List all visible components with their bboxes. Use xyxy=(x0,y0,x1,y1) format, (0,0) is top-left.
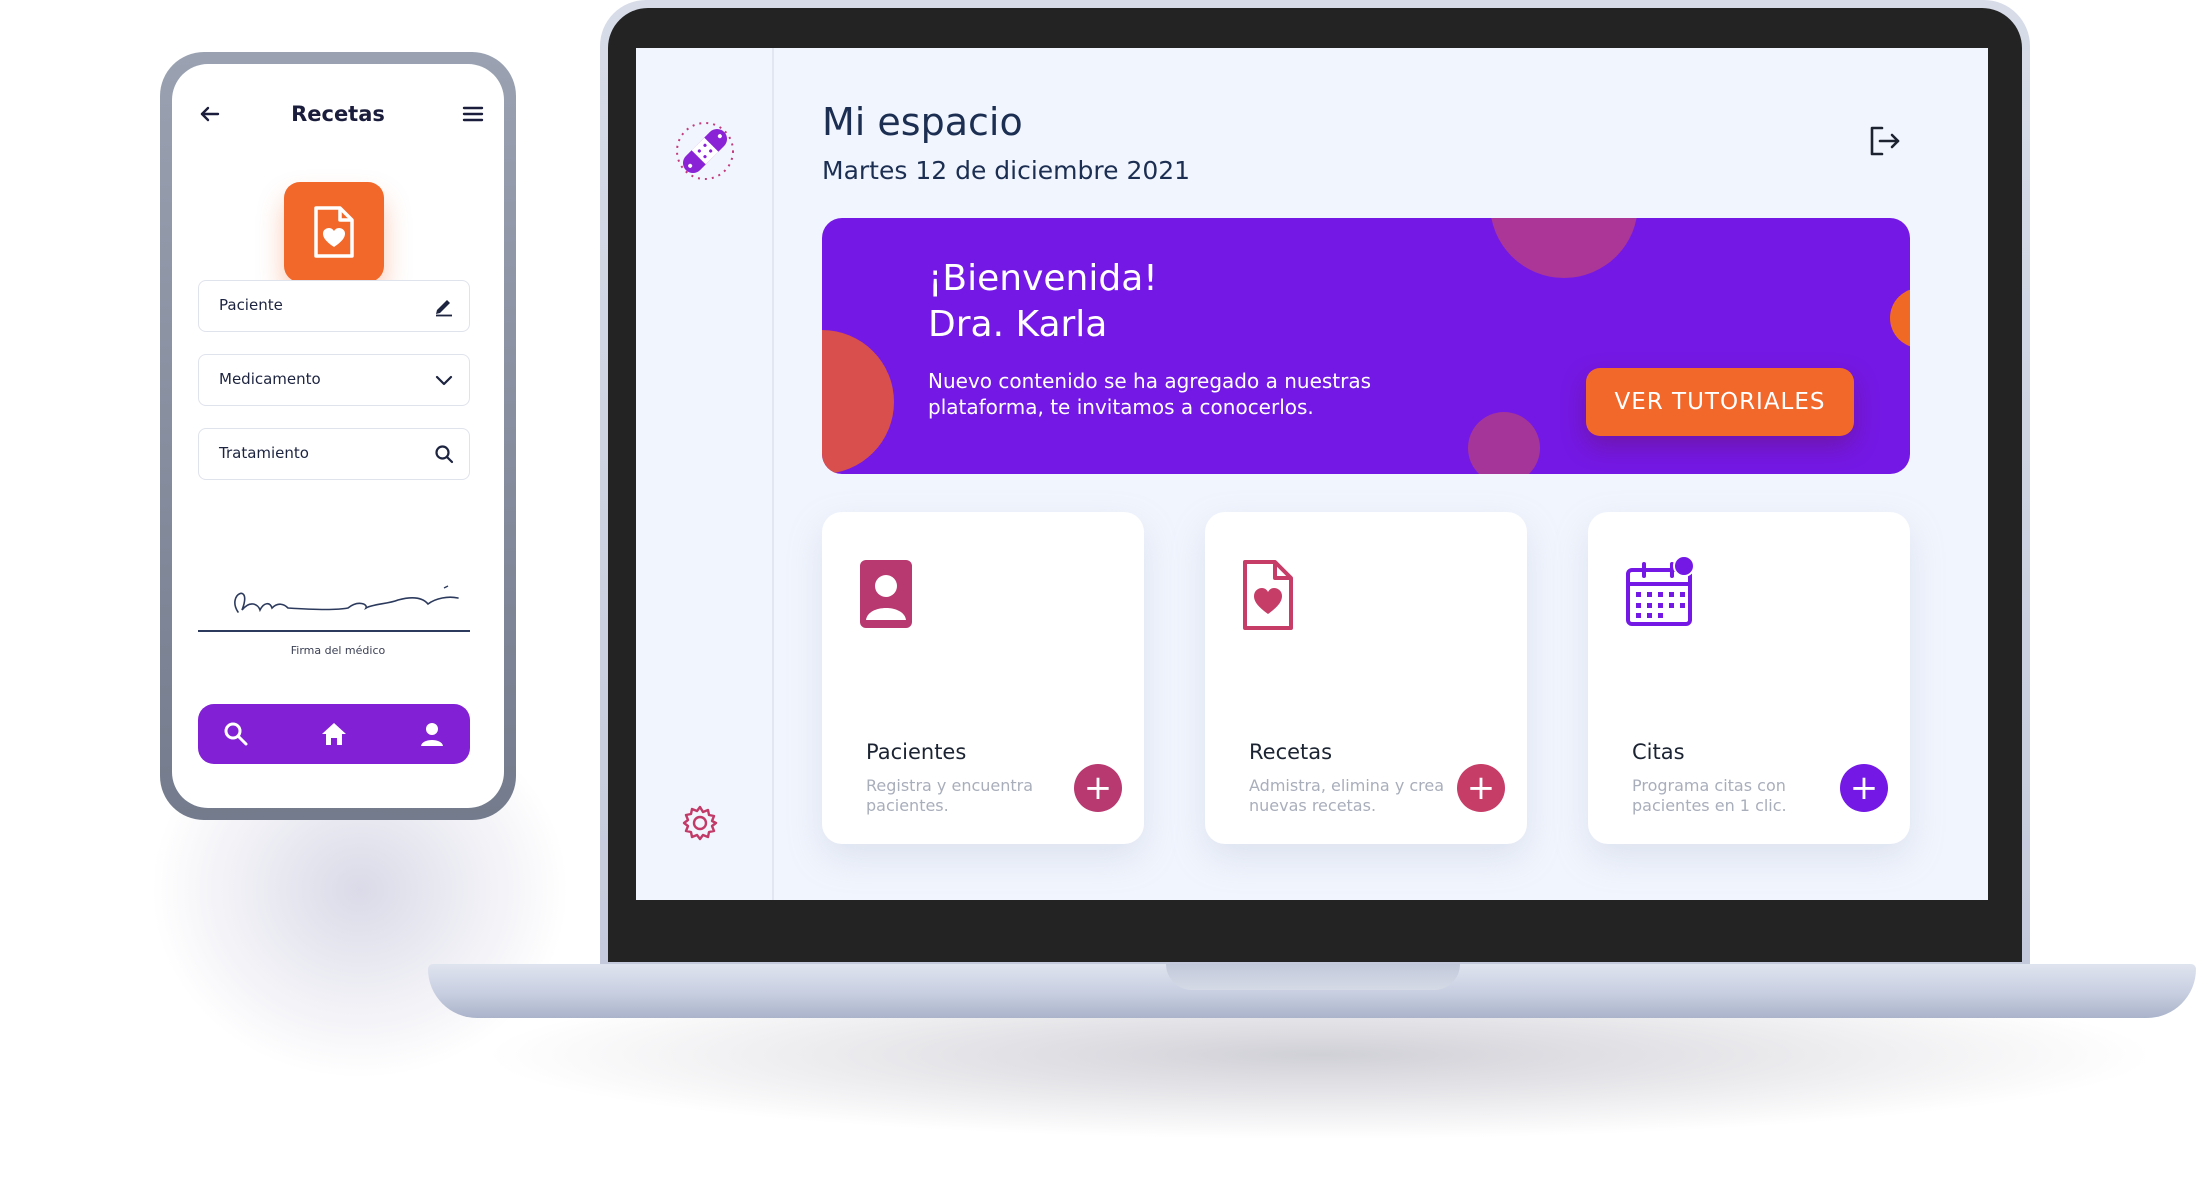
decorative-circle xyxy=(822,330,894,474)
card-appointments[interactable]: Citas Programa citas con pacientes en 1 … xyxy=(1588,512,1910,844)
view-tutorials-button[interactable]: VER TUTORIALES xyxy=(1586,368,1854,436)
calendar-icon xyxy=(1626,556,1694,626)
signature-label: Firma del médico xyxy=(290,644,386,657)
banner-greeting: ¡Bienvenida! xyxy=(928,258,1158,299)
card-title: Recetas xyxy=(1249,740,1333,764)
decorative-circle xyxy=(1490,218,1638,278)
add-prescription-button[interactable]: + xyxy=(1457,764,1505,812)
card-description: Registra y encuentra pacientes. xyxy=(866,776,1034,815)
search-icon[interactable] xyxy=(222,720,250,748)
treatment-search[interactable]: Tratamiento xyxy=(198,428,470,480)
patient-field[interactable]: Paciente xyxy=(198,280,470,332)
field-label: Medicamento xyxy=(219,370,321,388)
menu-icon[interactable] xyxy=(462,104,484,124)
prescription-doc-icon xyxy=(314,206,354,258)
settings-gear-icon[interactable] xyxy=(681,804,719,842)
bandage-logo-icon[interactable] xyxy=(674,120,736,182)
user-icon[interactable] xyxy=(418,720,446,748)
card-patients[interactable]: Pacientes Registra y encuentra pacientes… xyxy=(822,512,1144,844)
card-title: Citas xyxy=(1632,740,1685,764)
prescription-icon xyxy=(1243,560,1293,630)
patient-icon xyxy=(860,560,912,628)
banner-doctor-name: Dra. Karla xyxy=(928,304,1108,345)
decorative-circle xyxy=(1890,288,1910,348)
phone-title: Recetas xyxy=(291,102,385,126)
card-description: Admistra, elimina y crea nuevas recetas. xyxy=(1249,776,1445,815)
card-description: Programa citas con pacientes en 1 clic. xyxy=(1632,776,1787,815)
card-prescriptions[interactable]: Recetas Admistra, elimina y crea nuevas … xyxy=(1205,512,1527,844)
phone-screen: Recetas Paciente Medicamento Tratamiento… xyxy=(172,64,504,808)
signature-line xyxy=(198,630,470,632)
desktop-screen: Mi espacio Martes 12 de diciembre 2021 ¡… xyxy=(636,48,1988,900)
logout-icon[interactable] xyxy=(1866,122,1904,160)
card-title: Pacientes xyxy=(866,740,967,764)
home-icon[interactable] xyxy=(320,720,348,748)
add-patient-button[interactable]: + xyxy=(1074,764,1122,812)
banner-message: Nuevo contenido se ha agregado a nuestra… xyxy=(928,369,1372,419)
welcome-banner: ¡Bienvenida! Dra. Karla Nuevo contenido … xyxy=(822,218,1910,474)
field-label: Paciente xyxy=(219,296,283,314)
add-appointment-button[interactable]: + xyxy=(1840,764,1888,812)
prescription-badge xyxy=(284,182,384,282)
search-icon[interactable] xyxy=(433,443,455,465)
doctor-signature xyxy=(234,585,459,613)
page-date: Martes 12 de diciembre 2021 xyxy=(822,156,1191,185)
pencil-icon[interactable] xyxy=(433,295,455,317)
medication-select[interactable]: Medicamento xyxy=(198,354,470,406)
field-label: Tratamiento xyxy=(219,444,309,462)
phone-frame: Recetas Paciente Medicamento Tratamiento… xyxy=(160,52,516,820)
bottom-nav xyxy=(198,704,470,764)
chevron-down-icon[interactable] xyxy=(433,369,455,391)
sidebar xyxy=(636,48,774,900)
decorative-circle xyxy=(1468,412,1540,474)
laptop-notch xyxy=(1166,964,1460,990)
page-title: Mi espacio xyxy=(822,100,1023,144)
